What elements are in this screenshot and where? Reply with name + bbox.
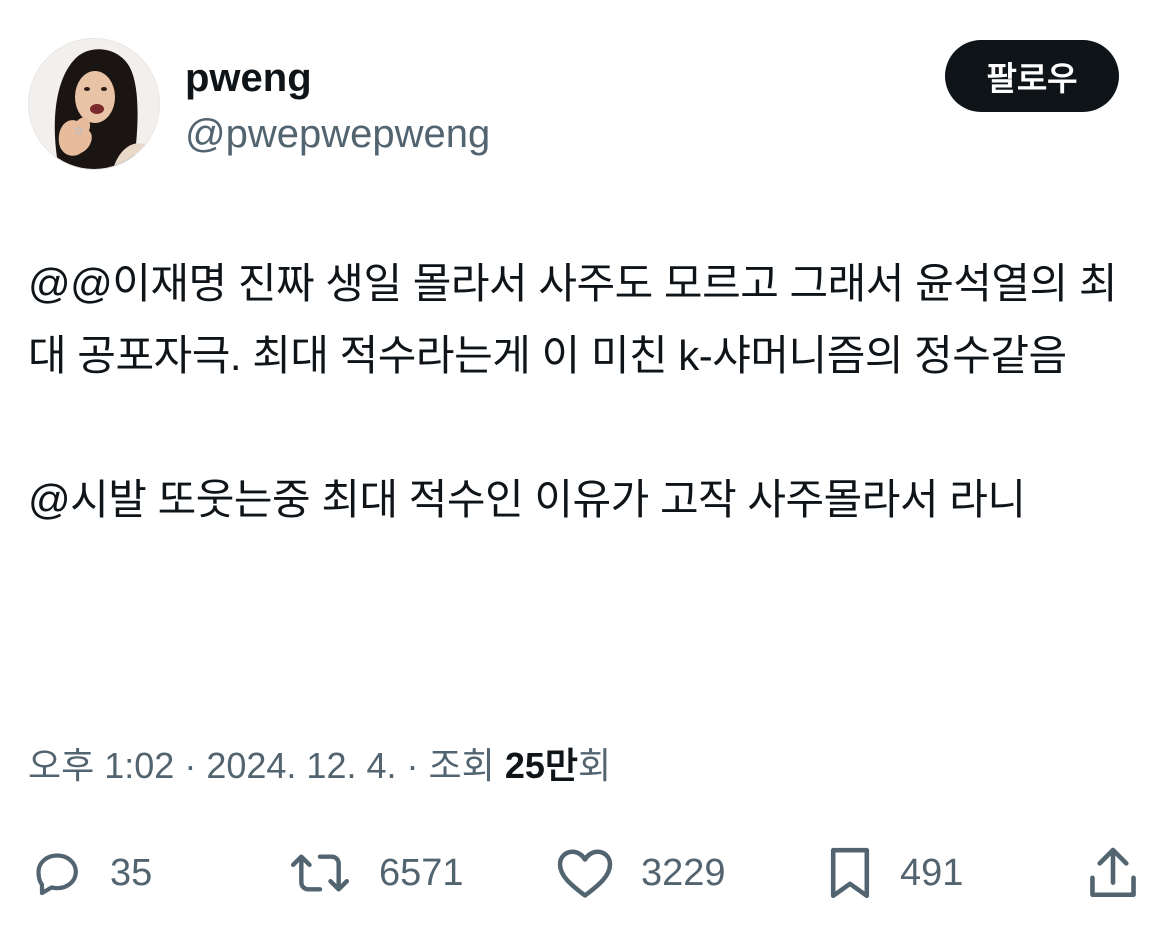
retweet-button[interactable]: 6571 (287, 838, 464, 908)
meta-separator: · (184, 745, 197, 786)
retweet-icon (287, 845, 353, 901)
tweet-meta: 오후 1:02 · 2024. 12. 4. · 조회 25만회 (28, 742, 611, 790)
meta-separator: · (406, 745, 419, 786)
views-count: 25만 (504, 745, 578, 786)
like-button[interactable]: 3229 (555, 838, 726, 908)
tweet-time[interactable]: 오후 1:02 (28, 745, 174, 786)
tweet-text: @@이재명 진짜 생일 몰라서 사주도 모르고 그래서 윤석열의 최대 공포자극… (28, 248, 1143, 608)
tweet: pweng @pwepwepweng 팔로우 @@이재명 진짜 생일 몰라서 사… (0, 0, 1170, 940)
user-handle[interactable]: @pwepwepweng (185, 110, 490, 158)
views-label: 조회 (428, 745, 495, 786)
retweet-count: 6571 (379, 852, 464, 894)
like-count: 3229 (641, 852, 726, 894)
bookmark-icon (826, 843, 874, 903)
bookmark-button[interactable]: 491 (826, 838, 963, 908)
share-icon (1086, 844, 1140, 902)
heart-icon (555, 845, 615, 901)
tweet-header: pweng @pwepwepweng 팔로우 (0, 0, 1170, 180)
tweet-paragraph: @시발 또웃는중 최대 적수인 이유가 고작 사주몰라서 라니 (28, 476, 1026, 523)
reply-button[interactable]: 35 (28, 838, 152, 908)
reply-count: 35 (110, 852, 153, 894)
views-suffix: 회 (577, 745, 612, 786)
follow-button[interactable]: 팔로우 (945, 40, 1119, 112)
share-button[interactable] (1086, 838, 1140, 908)
tweet-date[interactable]: 2024. 12. 4. (206, 745, 396, 786)
bookmark-count: 491 (900, 852, 964, 894)
avatar-image (29, 39, 159, 169)
action-bar: 35 6571 3229 491 (0, 838, 1170, 908)
avatar[interactable] (28, 38, 160, 170)
reply-icon (28, 845, 84, 901)
tweet-paragraph: @@이재명 진짜 생일 몰라서 사주도 모르고 그래서 윤석열의 최대 공포자극… (28, 260, 1117, 379)
display-name[interactable]: pweng (185, 54, 312, 102)
